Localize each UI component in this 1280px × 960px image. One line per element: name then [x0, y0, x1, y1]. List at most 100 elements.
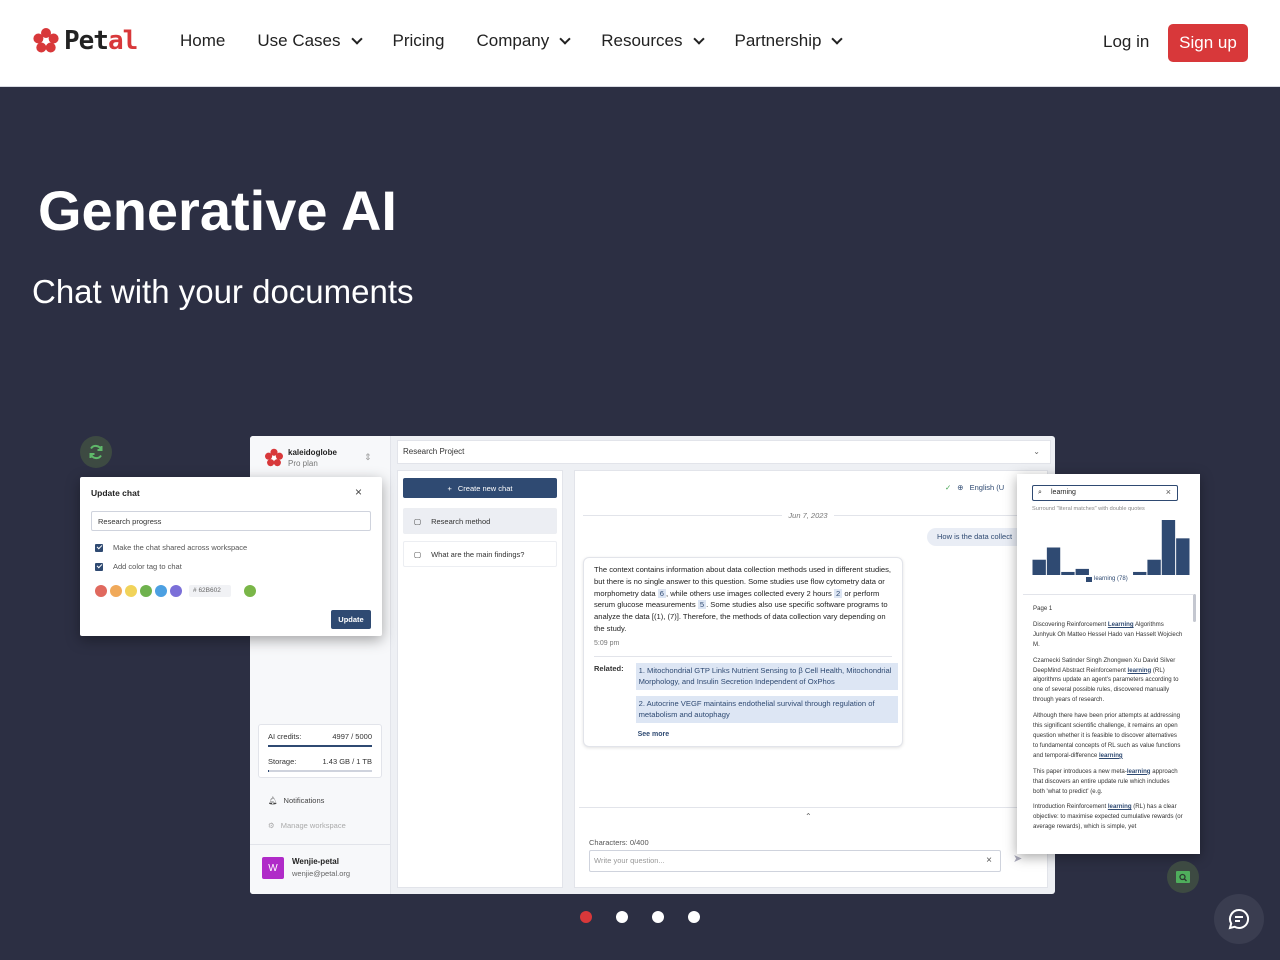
color-swatch[interactable] [170, 585, 182, 597]
nav-resources[interactable]: Resources [601, 31, 705, 51]
nav-partnership[interactable]: Partnership [735, 31, 844, 51]
credits-bar [268, 745, 372, 747]
color-tag-checkbox[interactable]: Add color tag to chat [95, 562, 182, 571]
carousel-dot[interactable] [652, 911, 664, 923]
plus-icon: + [447, 483, 452, 493]
chat-bubble-icon [1228, 908, 1250, 930]
date-divider: Jun 7, 2023 [583, 511, 1034, 520]
top-nav: Petal Home Use Cases Pricing Company Res… [0, 0, 1280, 87]
citation[interactable]: 2 [833, 588, 843, 598]
related-paper-link[interactable]: 2. Autocrine VEGF maintains endothelial … [635, 695, 898, 723]
notifications-link[interactable]: 🔔︎ Notifications [268, 796, 324, 805]
petal-flower-icon [33, 28, 59, 53]
hero-subtitle: Chat with your documents [32, 273, 414, 310]
question-input[interactable]: Write your question... × [589, 850, 1001, 872]
histogram-legend: learning (78) [1086, 576, 1128, 582]
document-page: Page 1 Discovering Reinforcement Learnin… [1023, 594, 1193, 852]
message-composer: ⌃ Characters: 0/400 Write your question.… [579, 807, 1045, 885]
nav-home[interactable]: Home [180, 31, 225, 51]
user-profile[interactable]: W Wenjie-petal wenjie@petal.org [250, 844, 390, 894]
nav-company[interactable]: Company [476, 31, 571, 51]
color-swatch[interactable] [110, 585, 122, 597]
avatar: W [262, 857, 284, 879]
chat-name-input[interactable]: Research progress [91, 511, 371, 531]
update-button[interactable]: Update [331, 610, 371, 629]
manage-workspace-link[interactable]: ⚙ Manage workspace [268, 821, 346, 830]
chevron-down-icon [692, 32, 705, 45]
search-icon: ⌕ [1038, 489, 1042, 496]
chevron-updown-icon[interactable]: ⇕ [364, 452, 372, 463]
workspace-switcher[interactable]: kaleidoglobe Pro plan [264, 448, 337, 468]
signup-button[interactable]: Sign up [1168, 24, 1248, 62]
histogram-bar [1147, 559, 1161, 575]
scrollbar[interactable] [1193, 594, 1196, 622]
related-paper-link[interactable]: 1. Mitochondrial GTP Links Nutrient Sens… [635, 662, 898, 690]
color-swatch[interactable] [125, 585, 137, 597]
chevron-up-icon[interactable]: ⌃ [805, 812, 812, 821]
checkbox-checked-icon [95, 543, 103, 552]
logo-wordmark: Petal [64, 26, 138, 56]
histogram-bar [1032, 559, 1046, 575]
carousel-dot[interactable] [688, 911, 700, 923]
color-swatch[interactable] [95, 585, 107, 597]
storage-bar-fill [268, 770, 269, 772]
share-checkbox[interactable]: Make the chat shared across workspace [95, 543, 247, 552]
workspace-plan: Pro plan [288, 459, 318, 468]
storage-value: 1.43 GB / 1 TB [322, 757, 372, 766]
histogram-bar [1061, 571, 1075, 575]
related-section: Related: 1. Mitochondrial GTP Links Nutr… [594, 662, 898, 741]
document-paragraph: Although there have been prior attempts … [1033, 712, 1181, 759]
close-icon[interactable]: × [1166, 487, 1171, 497]
create-chat-button[interactable]: + Create new chat [403, 478, 557, 498]
chat-panel: ✓ ⊕ English (U Jun 7, 2023 How is the da… [574, 470, 1048, 888]
carousel-dot[interactable] [580, 911, 592, 923]
user-name: Wenjie-petal [292, 857, 339, 866]
see-more-link[interactable]: See more [638, 729, 898, 741]
citation[interactable]: 5 [697, 600, 707, 610]
color-swatches: # 62B602 [95, 585, 256, 597]
nav-links: Home Use Cases Pricing Company Resources… [180, 31, 873, 51]
close-icon[interactable]: × [355, 485, 362, 499]
storage-bar [268, 770, 372, 772]
petal-logo[interactable]: Petal [32, 26, 138, 56]
citation[interactable]: 6 [657, 588, 666, 598]
usage-card: AI credits: 4997 / 5000 Storage: 1.43 GB /… [258, 724, 382, 778]
ai-answer-card: The context contains information about d… [583, 557, 903, 747]
nav-pricing[interactable]: Pricing [393, 31, 445, 51]
carousel-dots [580, 911, 700, 923]
chevron-down-icon: ⌄ [1033, 447, 1040, 456]
document-search-input[interactable]: ⌕ learning × [1032, 485, 1178, 501]
document-paragraph: Introduction Reinforcement learning (RL)… [1033, 803, 1183, 831]
chat-list: + Create new chat ▢ Research method ▢ What … [397, 470, 563, 888]
language-select[interactable]: ✓ ⊕ English (U [945, 483, 1004, 492]
color-swatch[interactable] [140, 585, 152, 597]
chat-item[interactable]: ▢ What are the main findings? [403, 541, 557, 567]
update-chat-dialog: Update chat × Research progress Make the… [80, 477, 382, 636]
chevron-down-icon [831, 32, 844, 45]
bell-icon: 🔔︎ [268, 796, 278, 805]
user-email: wenjie@petal.org [292, 869, 351, 878]
chevron-down-icon [559, 32, 571, 45]
match-histogram [1032, 520, 1190, 575]
histogram-bar [1133, 571, 1147, 575]
carousel-dot[interactable] [616, 911, 628, 923]
color-swatch[interactable] [155, 585, 167, 597]
login-link[interactable]: Log in [1103, 32, 1149, 52]
histogram-bar [1075, 568, 1089, 575]
related-label: Related: [594, 663, 624, 673]
close-icon[interactable]: × [986, 855, 992, 866]
credits-bar-fill [268, 745, 372, 747]
nav-use-cases[interactable]: Use Cases [257, 31, 363, 51]
chat-item[interactable]: ▢ Research method [403, 508, 557, 534]
chat-support-button[interactable] [1214, 894, 1264, 944]
chat-bubble-icon: ▢ [414, 549, 422, 559]
globe-icon: ⊕ [957, 483, 964, 492]
search-page-icon [1167, 861, 1199, 893]
credits-label: AI credits: [268, 732, 302, 741]
answer-timestamp: 5:09 pm [594, 639, 620, 647]
hex-input[interactable]: # 62B602 [189, 585, 231, 597]
petal-flower-icon [265, 448, 283, 467]
histogram-bar [1161, 520, 1176, 575]
picked-color-swatch[interactable] [244, 585, 256, 597]
project-select[interactable]: Research Project ⌄ [397, 440, 1051, 464]
